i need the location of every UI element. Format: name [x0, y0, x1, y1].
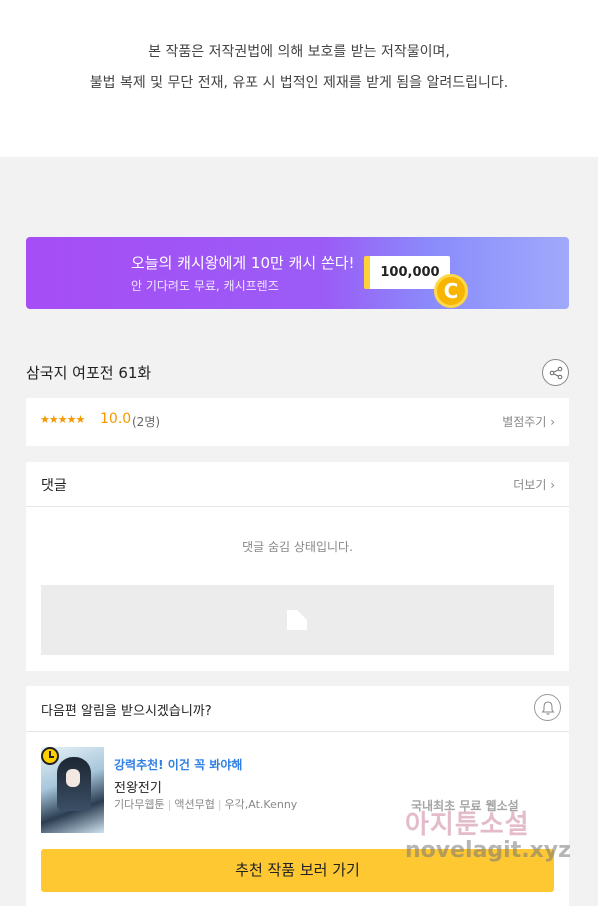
- copyright-line-2: 불법 복제 및 무단 전재, 유포 시 법적인 제재를 받게 됨을 알려드립니다…: [89, 75, 509, 91]
- alert-question: 다음편 알림을 받으시겠습니까?: [41, 704, 212, 719]
- comments-header: 댓글: [41, 478, 67, 494]
- recommendation-tag: 강력추천! 이건 꼭 봐야해: [114, 758, 243, 772]
- copyright-line-1: 본 작품은 저작권법에 의해 보호를 받는 저작물이며,: [148, 44, 450, 60]
- comments-panel: 댓글 더보기 › 댓글 숨김 상태입니다.: [26, 462, 569, 671]
- share-icon: [549, 366, 563, 380]
- comments-hidden-message: 댓글 숨김 상태입니다.: [242, 540, 353, 554]
- meta-category: 기다무웹툰: [114, 798, 165, 811]
- wait-free-clock-icon: [41, 747, 59, 765]
- rating-score: 10.0: [100, 411, 132, 427]
- next-episode-alert-panel: 다음편 알림을 받으시겠습니까? 강력추천! 이건 꼭 봐야해 전왕전기 기다무…: [26, 686, 569, 906]
- recommendation-meta: 기다무웹툰 | 액션무협 | 우각,At.Kenny: [114, 798, 298, 811]
- banner-subtitle: 안 기다려도 무료, 캐시프렌즈: [131, 279, 279, 293]
- recommendation-title[interactable]: 전왕전기: [114, 777, 162, 796]
- ad-placeholder[interactable]: [41, 585, 554, 655]
- bell-icon: [541, 701, 555, 715]
- cash-event-banner[interactable]: 오늘의 캐시왕에게 10만 캐시 쏜다! 안 기다려도 무료, 캐시프렌즈 10…: [26, 237, 569, 309]
- divider: [26, 731, 569, 732]
- episode-title: 삼국지 여포전 61화: [26, 364, 152, 382]
- banner-title: 오늘의 캐시왕에게 10만 캐시 쏜다!: [131, 254, 355, 272]
- divider: [26, 506, 569, 507]
- recommended-thumbnail[interactable]: [41, 747, 104, 833]
- comments-more-link[interactable]: 더보기 ›: [513, 476, 555, 493]
- alert-bell-button[interactable]: [534, 694, 561, 721]
- image-placeholder-icon: [287, 610, 307, 630]
- rating-count: (2명): [132, 415, 161, 429]
- copyright-notice: 본 작품은 저작권법에 의해 보호를 받는 저작물이며, 불법 복제 및 무단 …: [0, 0, 598, 157]
- thumbnail-face: [66, 769, 80, 787]
- meta-genre: 액션무협: [174, 798, 215, 811]
- rating-panel: ★★★★★ 10.0 (2명) 별점주기 ›: [26, 398, 569, 446]
- rate-button[interactable]: 별점주기 ›: [502, 413, 555, 430]
- rating-stars: ★★★★★: [40, 413, 85, 426]
- share-button[interactable]: [542, 359, 569, 386]
- see-recommendation-button[interactable]: 추천 작품 보러 가기: [41, 849, 554, 892]
- meta-author: 우각,At.Kenny: [224, 798, 298, 811]
- cash-coin-icon: C: [434, 274, 468, 308]
